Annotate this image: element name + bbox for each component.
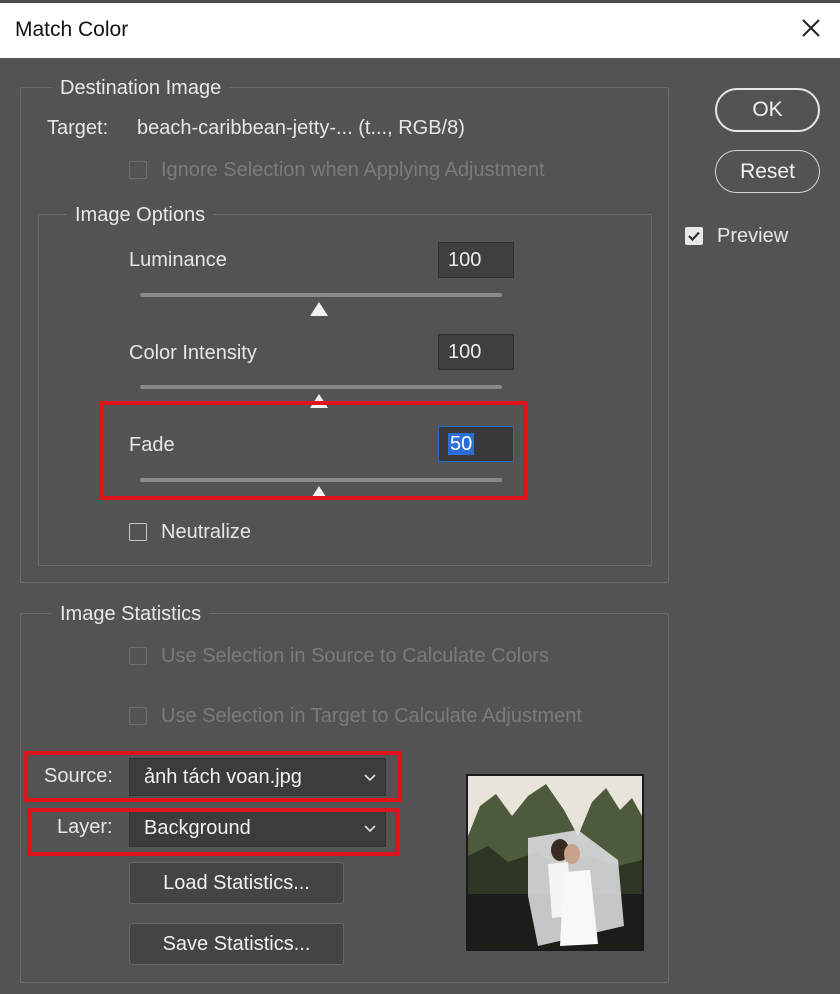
color-intensity-slider-track[interactable]	[140, 385, 502, 389]
luminance-field[interactable]: 100	[438, 242, 514, 278]
neutralize-label: Neutralize	[161, 521, 252, 543]
color-intensity-value: 100	[448, 341, 482, 363]
thumbnail-photo	[468, 776, 642, 949]
luminance-value: 100	[448, 249, 482, 271]
ignore-selection-label: Ignore Selection when Applying Adjustmen…	[161, 159, 545, 181]
image-statistics-legend: Image Statistics	[52, 602, 210, 626]
ignore-selection-checkbox	[129, 161, 147, 179]
ok-button[interactable]: OK	[715, 88, 820, 132]
load-statistics-button[interactable]: Load Statistics...	[129, 862, 344, 904]
preview-label: Preview	[717, 225, 789, 247]
color-intensity-field[interactable]: 100	[438, 334, 514, 370]
use-target-selection-checkbox	[129, 707, 147, 725]
luminance-slider-thumb[interactable]	[310, 302, 328, 316]
use-target-selection-label: Use Selection in Target to Calculate Adj…	[161, 705, 582, 727]
preview-checkbox[interactable]	[685, 227, 703, 245]
dialog-title: Match Color	[15, 18, 129, 41]
target-label: Target:	[47, 117, 109, 139]
luminance-slider-track[interactable]	[140, 293, 502, 297]
reset-button[interactable]: Reset	[715, 150, 820, 193]
layer-highlight-box	[27, 808, 399, 856]
source-thumbnail	[466, 774, 644, 951]
destination-image-legend: Destination Image	[52, 76, 230, 100]
image-options-legend: Image Options	[67, 203, 214, 227]
fade-highlight-box	[99, 401, 527, 500]
luminance-label: Luminance	[129, 249, 227, 271]
save-statistics-button[interactable]: Save Statistics...	[129, 923, 344, 965]
color-intensity-label: Color Intensity	[129, 342, 257, 364]
close-icon[interactable]	[796, 13, 826, 43]
neutralize-checkbox[interactable]	[129, 523, 147, 541]
title-bar: Match Color	[0, 0, 840, 58]
use-source-selection-checkbox	[129, 647, 147, 665]
use-source-selection-label: Use Selection in Source to Calculate Col…	[161, 645, 549, 667]
checkmark-icon	[688, 231, 700, 242]
target-value: beach-caribbean-jetty-... (t..., RGB/8)	[137, 117, 465, 139]
source-highlight-box	[24, 751, 402, 802]
